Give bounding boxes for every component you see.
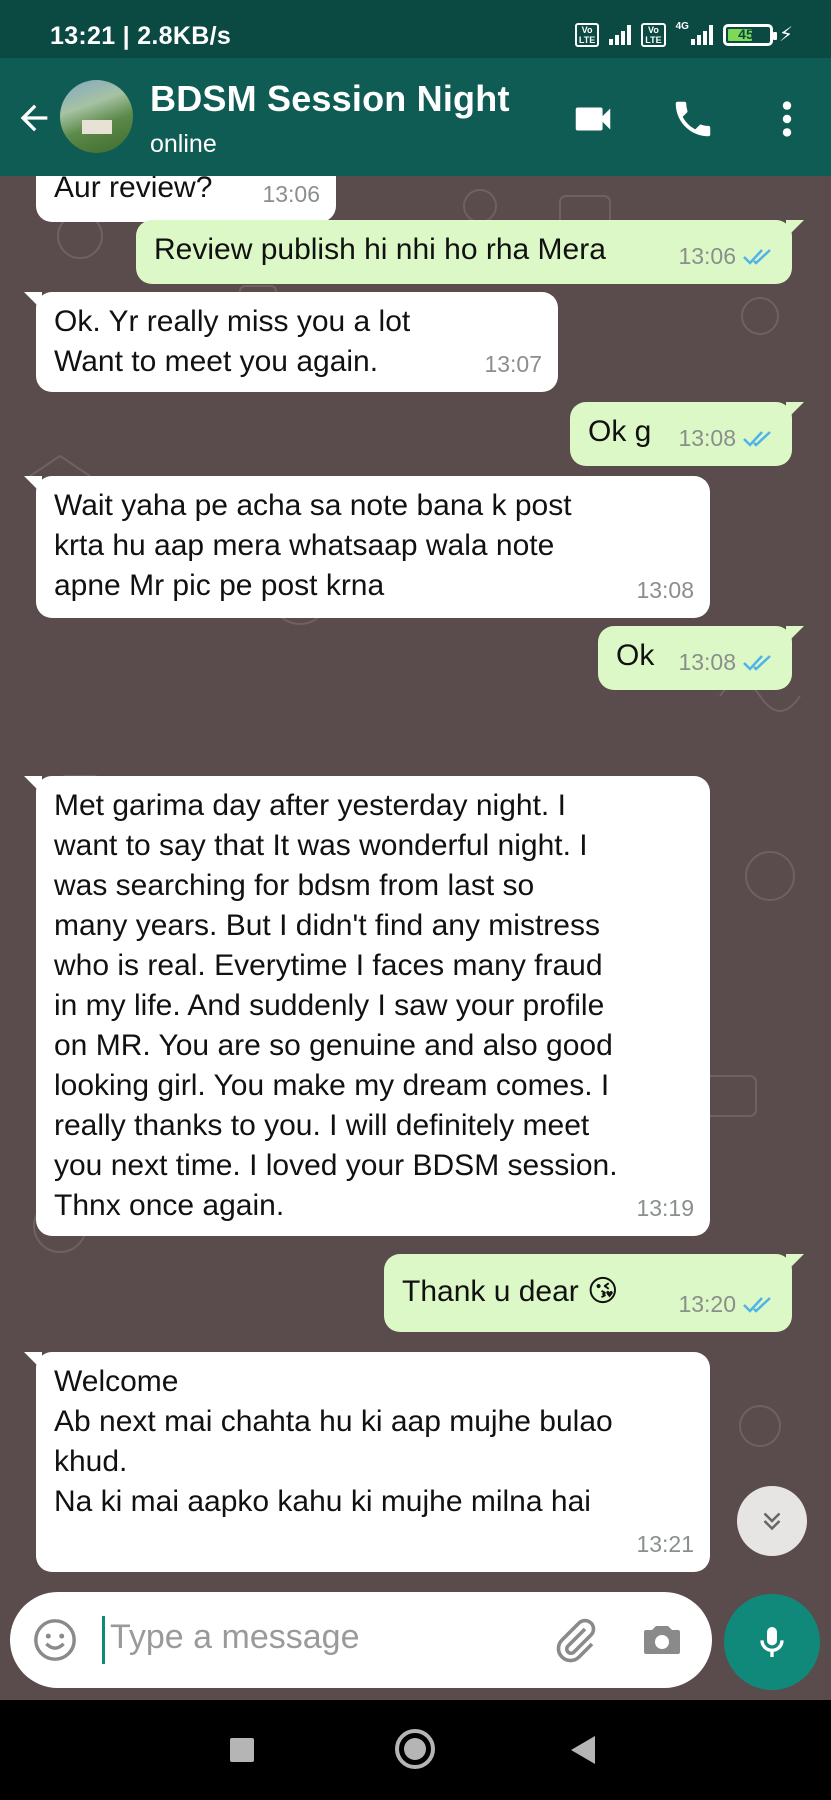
voice-call-icon[interactable] (670, 96, 716, 142)
back-arrow-icon[interactable] (14, 98, 54, 138)
video-call-icon[interactable] (570, 96, 616, 142)
status-bar: 13:21 | 2.8KB/s Vo LTE Vo LTE 4G 45 ⚡ (0, 0, 831, 58)
message-outgoing[interactable]: Review publish hi nhi ho rha Mera 13:06 (136, 220, 804, 284)
message-incoming[interactable]: Ok. Yr really miss you a lot Want to mee… (24, 292, 558, 392)
message-meta: 13:19 (636, 1188, 694, 1228)
message-incoming[interactable]: Welcome Ab next mai chahta hu ki aap muj… (24, 1352, 710, 1572)
message-time: 13:19 (636, 1195, 694, 1221)
message-text: Ok. Yr really miss you a lot Want to mee… (54, 305, 411, 378)
volte-icon-2: Vo LTE (641, 22, 666, 47)
message-incoming[interactable]: Wait yaha pe acha sa note bana k post kr… (24, 476, 710, 618)
microphone-icon (760, 1627, 784, 1657)
signal-icon-2 (690, 24, 713, 45)
message-text: Welcome Ab next mai chahta hu ki aap muj… (54, 1365, 613, 1518)
message-meta: 13:08 (678, 642, 776, 682)
contact-name[interactable]: BDSM Session Night (150, 78, 510, 120)
text-caret (102, 1616, 105, 1664)
read-ticks-icon (743, 655, 771, 671)
message-meta: 13:06 (262, 176, 320, 214)
back-button[interactable] (571, 1736, 595, 1764)
message-outgoing[interactable]: Ok g 13:08 (570, 402, 804, 466)
message-text: Ok g (588, 415, 652, 448)
contact-status: online (150, 130, 217, 158)
volte-icon: Vo LTE (574, 22, 600, 47)
avatar[interactable] (60, 80, 133, 153)
message-meta: 13:21 (636, 1524, 694, 1564)
message-input[interactable]: Type a message (110, 1618, 359, 1657)
double-chevron-down-icon (763, 1512, 781, 1531)
chat-area[interactable]: Aur review? 13:06 Review publish hi nhi … (0, 176, 831, 1700)
message-incoming[interactable]: Met garima day after yesterday night. I … (24, 776, 710, 1236)
battery-icon: 45 (722, 23, 777, 46)
message-text: Met garima day after yesterday night. I … (54, 789, 618, 1222)
message-time: 13:08 (678, 425, 736, 451)
message-time: 13:06 (678, 243, 736, 269)
message-text: Aur review? (54, 176, 213, 204)
message-composer: Type a message (10, 1592, 712, 1688)
recents-button[interactable] (230, 1738, 254, 1762)
emoji-icon[interactable] (32, 1617, 78, 1663)
network-type: 4G (675, 21, 689, 32)
scroll-to-bottom-button[interactable] (737, 1486, 807, 1556)
battery-level: 45 (738, 25, 754, 42)
message-meta: 13:08 (678, 418, 776, 458)
message-time: 13:07 (484, 351, 542, 377)
read-ticks-icon (743, 431, 771, 447)
message-time: 13:20 (678, 1291, 736, 1317)
system-icons: Vo LTE Vo LTE 4G 45 ⚡ (574, 21, 793, 47)
system-navigation-bar (0, 1700, 831, 1800)
message-meta: 13:08 (636, 570, 694, 610)
message-text: Review publish hi nhi ho rha Mera (154, 233, 606, 266)
chat-header: BDSM Session Night online (0, 58, 831, 176)
message-outgoing[interactable]: Ok 13:08 (598, 626, 804, 690)
home-button[interactable] (395, 1729, 435, 1769)
message-time: 13:08 (678, 649, 736, 675)
message-time: 13:08 (636, 577, 694, 603)
status-time: 13:21 | 2.8KB/s (50, 22, 232, 50)
attach-icon[interactable] (552, 1616, 600, 1664)
message-meta: 13:06 (678, 236, 776, 276)
charging-icon: ⚡ (778, 24, 793, 46)
message-meta: 13:20 (678, 1284, 776, 1324)
message-text: Thank u dear 😘 (402, 1275, 619, 1308)
read-ticks-icon (743, 1297, 771, 1313)
message-outgoing[interactable]: Thank u dear 😘 13:20 (384, 1254, 804, 1332)
message-incoming[interactable]: Aur review? 13:06 (36, 176, 336, 222)
signal-icon (609, 24, 632, 45)
message-meta: 13:07 (484, 344, 542, 384)
more-options-icon[interactable] (764, 96, 810, 142)
camera-icon[interactable] (638, 1616, 686, 1664)
message-text: Ok (616, 639, 655, 672)
read-ticks-icon (743, 249, 771, 265)
message-time: 13:06 (262, 181, 320, 207)
message-time: 13:21 (636, 1531, 694, 1557)
message-text: Wait yaha pe acha sa note bana k post kr… (54, 489, 572, 602)
voice-message-button[interactable] (724, 1594, 820, 1690)
